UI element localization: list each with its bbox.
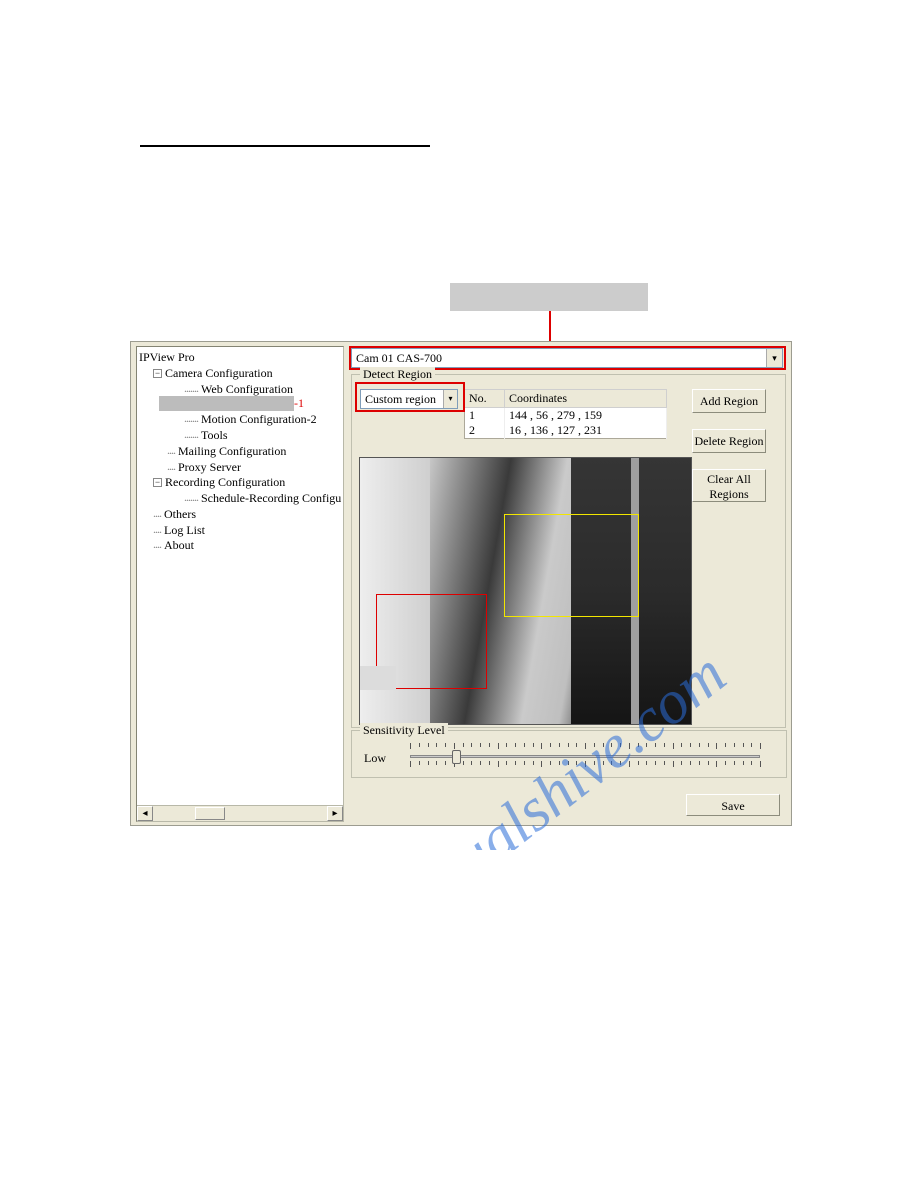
region-coordinates-table: No. Coordinates 1 144 , 56 , 279 , 159 2…	[464, 389, 667, 439]
cell-no: 1	[465, 408, 505, 424]
scroll-left-icon[interactable]: ◂	[137, 806, 153, 821]
tree-proxy-server[interactable]: .... Proxy Server	[139, 459, 343, 475]
add-region-button[interactable]: Add Region	[692, 389, 766, 413]
tree-mailing-config[interactable]: .... Mailing Configuration	[139, 443, 343, 459]
table-row[interactable]: 1 144 , 56 , 279 , 159	[465, 408, 667, 424]
tree-schedule-recording[interactable]: ....... Schedule-Recording Configu	[139, 490, 343, 506]
delete-region-button[interactable]: Delete Region	[692, 429, 766, 453]
tree-others[interactable]: .... Others	[139, 506, 343, 522]
sensitivity-legend: Sensitivity Level	[360, 723, 448, 738]
camera-select-value: Cam 01 CAS-700	[356, 351, 442, 365]
cell-coord: 16 , 136 , 127 , 231	[505, 423, 667, 439]
sensitivity-slider[interactable]	[410, 743, 760, 768]
tree-log-list[interactable]: .... Log List	[139, 522, 343, 538]
cell-coord: 144 , 56 , 279 , 159	[505, 408, 667, 424]
tree-camera-config[interactable]: −Camera Configuration	[139, 365, 343, 381]
region-overlay-1[interactable]	[504, 514, 639, 617]
tree-tools[interactable]: ....... Tools	[139, 427, 343, 443]
scroll-right-icon[interactable]: ▸	[327, 806, 343, 821]
callout-label-block	[450, 283, 648, 311]
tree-recording-config[interactable]: −Recording Configuration	[139, 474, 343, 490]
nav-tree: IPView Pro −Camera Configuration .......…	[136, 346, 344, 822]
chevron-down-icon[interactable]: ▾	[766, 349, 782, 367]
slider-ruler	[410, 743, 760, 753]
tree-motion-config-2[interactable]: ....... Motion Configuration-2	[139, 411, 343, 427]
col-coordinates[interactable]: Coordinates	[505, 390, 667, 408]
slider-ruler	[410, 761, 760, 771]
tree-about[interactable]: .... About	[139, 537, 343, 553]
tree-horizontal-scrollbar[interactable]: ◂ ▸	[137, 805, 343, 821]
slider-track	[410, 755, 760, 758]
region-mode-value: Custom region	[365, 392, 436, 406]
save-button[interactable]: Save	[686, 794, 780, 816]
camera-select[interactable]: Cam 01 CAS-700 ▾	[351, 348, 783, 368]
cell-no: 2	[465, 423, 505, 439]
clear-all-regions-button[interactable]: Clear All Regions	[692, 469, 766, 502]
sensitivity-low-label: Low	[364, 751, 386, 766]
region-mode-select[interactable]: Custom region ▾	[360, 389, 458, 409]
chevron-down-icon[interactable]: ▾	[443, 390, 457, 408]
sensitivity-group: Sensitivity Level Low	[351, 730, 787, 778]
tree-root-item[interactable]: IPView Pro	[139, 349, 343, 365]
table-row[interactable]: 2 16 , 136 , 127 , 231	[465, 423, 667, 439]
detect-region-legend: Detect Region	[360, 367, 435, 382]
col-no[interactable]: No.	[465, 390, 505, 408]
tree-motion-config-1[interactable]: -1	[139, 396, 343, 411]
camera-preview[interactable]	[359, 457, 692, 725]
redaction-block	[360, 666, 396, 690]
tree-web-config[interactable]: ....... Web Configuration	[139, 381, 343, 397]
config-dialog: IPView Pro −Camera Configuration .......…	[130, 341, 792, 826]
section-underline	[140, 145, 430, 147]
slider-thumb[interactable]	[452, 750, 461, 764]
scroll-thumb[interactable]	[195, 807, 225, 820]
